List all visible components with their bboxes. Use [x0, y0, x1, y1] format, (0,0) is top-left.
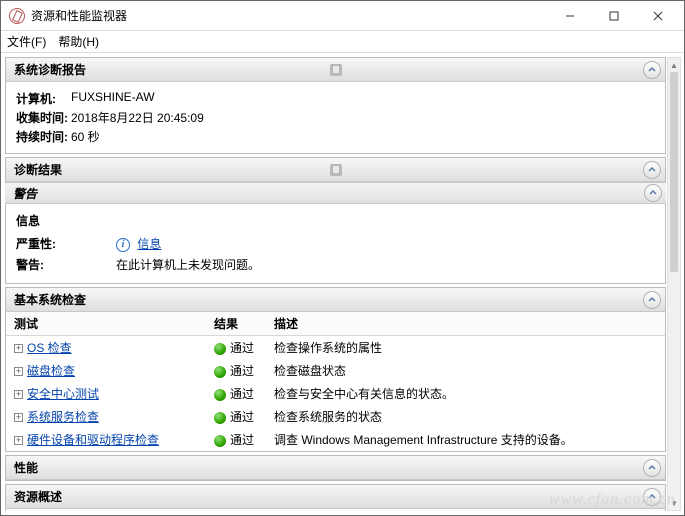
collapse-button[interactable]	[643, 61, 661, 79]
col-detail: 详细信息	[206, 509, 665, 511]
desc-text: 检查操作系统的属性	[266, 336, 665, 360]
app-icon	[9, 8, 25, 24]
desc-text: 检查系统服务的状态	[266, 405, 665, 428]
pass-icon	[214, 389, 226, 401]
titlebar[interactable]: 资源和性能监视器	[1, 1, 684, 31]
label-warning: 警告:	[16, 256, 116, 273]
minimize-button[interactable]	[548, 2, 592, 30]
collapse-button[interactable]	[643, 161, 661, 179]
desc-text: 检查与安全中心有关信息的状态。	[266, 382, 665, 405]
test-link[interactable]: 系统服务检查	[27, 410, 99, 424]
col-test: 测试	[6, 312, 206, 336]
warning-subheader-text: 警告	[13, 185, 37, 202]
pass-icon	[214, 366, 226, 378]
vertical-scrollbar[interactable]: ▲ ▼	[667, 57, 681, 511]
col-desc: 描述	[266, 312, 665, 336]
table-row: + 安全中心测试 通过检查与安全中心有关信息的状态。	[6, 382, 665, 405]
test-link[interactable]: 安全中心测试	[27, 387, 99, 401]
content-area: 系统诊断报告 计算机:FUXSHINE-AW 收集时间:2018年8月22日 2…	[1, 53, 684, 515]
result-text: 通过	[230, 341, 254, 355]
scroll-thumb[interactable]	[670, 72, 678, 272]
panel-basic-check: 基本系统检查 测试 结果 描述 +OS 检查通过检查操作系统的属性+磁盘检查通过…	[5, 287, 666, 452]
section-title-report: 系统诊断报告	[14, 61, 86, 78]
label-severity: 严重性:	[16, 235, 116, 252]
collapse-button[interactable]	[643, 488, 661, 506]
maximize-button[interactable]	[592, 2, 636, 30]
desc-text: 调查 Windows Management Infrastructure 支持的…	[266, 428, 665, 451]
window-controls	[548, 2, 680, 30]
panel-diagnosis: 诊断结果 警告 信息 严重性:	[5, 157, 666, 284]
table-row: + 硬件设备和驱动程序检查 通过调查 Windows Management Infr…	[6, 428, 665, 451]
value-computer: FUXSHINE-AW	[71, 90, 155, 107]
test-link[interactable]: 硬件设备和驱动程序检查	[27, 433, 159, 447]
value-collect: 2018年8月22日 20:45:09	[71, 109, 204, 126]
expand-icon[interactable]: +	[14, 436, 23, 445]
col-result: 结果	[206, 312, 266, 336]
collapse-button[interactable]	[643, 459, 661, 477]
label-collect: 收集时间:	[16, 109, 71, 126]
panel-performance: 性能	[5, 455, 666, 481]
section-header-diagnosis[interactable]: 诊断结果	[6, 158, 665, 182]
label-computer: 计算机:	[16, 90, 71, 107]
warning-subheader[interactable]: 警告	[5, 182, 666, 204]
col-util: 利用率	[136, 509, 206, 511]
scroll-area: 系统诊断报告 计算机:FUXSHINE-AW 收集时间:2018年8月22日 2…	[5, 57, 666, 511]
section-header-basic-check[interactable]: 基本系统检查	[6, 288, 665, 312]
window-title: 资源和性能监视器	[31, 7, 548, 24]
pass-icon	[214, 435, 226, 447]
basic-check-table: 测试 结果 描述 +OS 检查通过检查操作系统的属性+磁盘检查通过检查磁盘状态+…	[6, 312, 665, 451]
panel-system-report: 系统诊断报告 计算机:FUXSHINE-AW 收集时间:2018年8月22日 2…	[5, 57, 666, 154]
scroll-up-arrow[interactable]: ▲	[668, 58, 680, 72]
test-link[interactable]: OS 检查	[27, 341, 72, 355]
table-row: + OS 检查 通过检查操作系统的属性	[6, 336, 665, 360]
expand-icon[interactable]: +	[14, 390, 23, 399]
col-component: 组件	[6, 509, 56, 511]
result-text: 通过	[230, 433, 254, 447]
menu-help[interactable]: 帮助(H)	[58, 33, 99, 50]
expand-icon[interactable]: +	[14, 413, 23, 422]
resource-table: 组件 状态 利用率 详细信息 CPU闲置1 %CPU 负载低。磁盘闲置30 /s…	[6, 509, 665, 511]
info-heading: 信息	[16, 212, 655, 229]
label-duration: 持续时间:	[16, 128, 71, 145]
report-body: 计算机:FUXSHINE-AW 收集时间:2018年8月22日 20:45:09…	[6, 82, 665, 153]
window-frame: 资源和性能监视器 文件(F) 帮助(H) 系统诊断报告	[0, 0, 685, 516]
result-text: 通过	[230, 387, 254, 401]
report-icon	[330, 64, 342, 76]
collapse-button[interactable]	[643, 291, 661, 309]
pass-icon	[214, 343, 226, 355]
col-status: 状态	[56, 509, 136, 511]
section-header-report[interactable]: 系统诊断报告	[6, 58, 665, 82]
section-title-resource: 资源概述	[14, 488, 62, 505]
close-button[interactable]	[636, 2, 680, 30]
warning-text: 在此计算机上未发现问题。	[116, 256, 655, 273]
desc-text: 检查磁盘状态	[266, 359, 665, 382]
value-duration: 60 秒	[71, 128, 100, 145]
info-icon: i	[116, 238, 130, 252]
result-text: 通过	[230, 410, 254, 424]
menubar: 文件(F) 帮助(H)	[1, 31, 684, 53]
diagnosis-info-block: 信息 严重性: i 信息 警告: 在此计算机上未发现问题。	[6, 204, 665, 283]
collapse-button[interactable]	[644, 184, 662, 202]
section-header-performance[interactable]: 性能	[6, 456, 665, 480]
expand-icon[interactable]: +	[14, 367, 23, 376]
menu-file[interactable]: 文件(F)	[7, 33, 46, 50]
section-title-performance: 性能	[14, 459, 38, 476]
table-row: + 系统服务检查 通过检查系统服务的状态	[6, 405, 665, 428]
severity-link[interactable]: 信息	[137, 237, 161, 251]
expand-icon[interactable]: +	[14, 344, 23, 353]
panel-resource: 资源概述 组件 状态 利用率 详细信息 CPU闲置1 %CPU 负	[5, 484, 666, 511]
report-icon	[330, 164, 342, 176]
pass-icon	[214, 412, 226, 424]
test-link[interactable]: 磁盘检查	[27, 364, 75, 378]
table-row: + 磁盘检查 通过检查磁盘状态	[6, 359, 665, 382]
section-header-resource[interactable]: 资源概述	[6, 485, 665, 509]
result-text: 通过	[230, 364, 254, 378]
section-title-diagnosis: 诊断结果	[14, 161, 62, 178]
scroll-down-arrow[interactable]: ▼	[668, 496, 680, 510]
section-title-basic-check: 基本系统检查	[14, 291, 86, 308]
